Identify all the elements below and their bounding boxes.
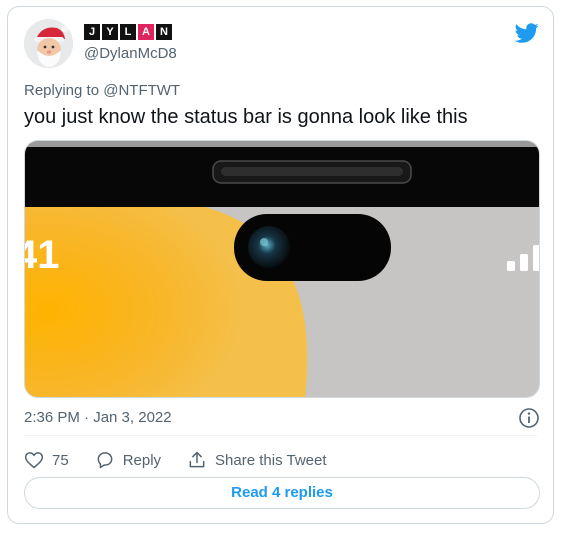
author-handle[interactable]: @DylanMcD8 xyxy=(84,45,177,62)
divider xyxy=(24,435,537,436)
display-name-letter: J xyxy=(84,24,100,40)
tweet-actions: 75 Reply Share this Tweet xyxy=(24,447,353,473)
tweet-card: J Y L A N @DylanMcD8 Replying to @NTFTWT… xyxy=(7,6,554,524)
display-name-letter: Y xyxy=(102,24,118,40)
twitter-bird-icon[interactable] xyxy=(515,21,539,45)
display-name-letter: N xyxy=(156,24,172,40)
tweet-timestamp[interactable]: 2:36 PM · Jan 3, 2022 xyxy=(24,409,172,426)
like-button[interactable]: 75 xyxy=(24,450,69,470)
read-replies-button[interactable]: Read 4 replies xyxy=(24,477,540,509)
share-label: Share this Tweet xyxy=(215,451,327,469)
reply-label: Reply xyxy=(122,451,162,469)
heart-icon xyxy=(24,452,44,469)
display-name-letter: L xyxy=(120,24,136,40)
info-icon[interactable] xyxy=(518,407,540,429)
replying-to-label: Replying to xyxy=(24,82,100,99)
tweet-media-image[interactable]: 41 xyxy=(24,140,540,398)
status-bar-time: 41 xyxy=(25,233,60,277)
display-name-letter-highlight: A xyxy=(138,24,154,40)
display-name[interactable]: J Y L A N xyxy=(84,24,172,40)
reply-icon xyxy=(97,452,113,469)
avatar[interactable] xyxy=(24,19,73,68)
reply-button[interactable]: Reply xyxy=(95,450,161,470)
share-button[interactable]: Share this Tweet xyxy=(187,450,327,470)
like-count: 75 xyxy=(52,451,69,469)
tweet-text: you just know the status bar is gonna lo… xyxy=(24,106,468,128)
share-icon xyxy=(189,451,205,468)
replying-to: Replying to @NTFTWT xyxy=(24,82,180,99)
replying-to-handle[interactable]: @NTFTWT xyxy=(103,82,180,99)
